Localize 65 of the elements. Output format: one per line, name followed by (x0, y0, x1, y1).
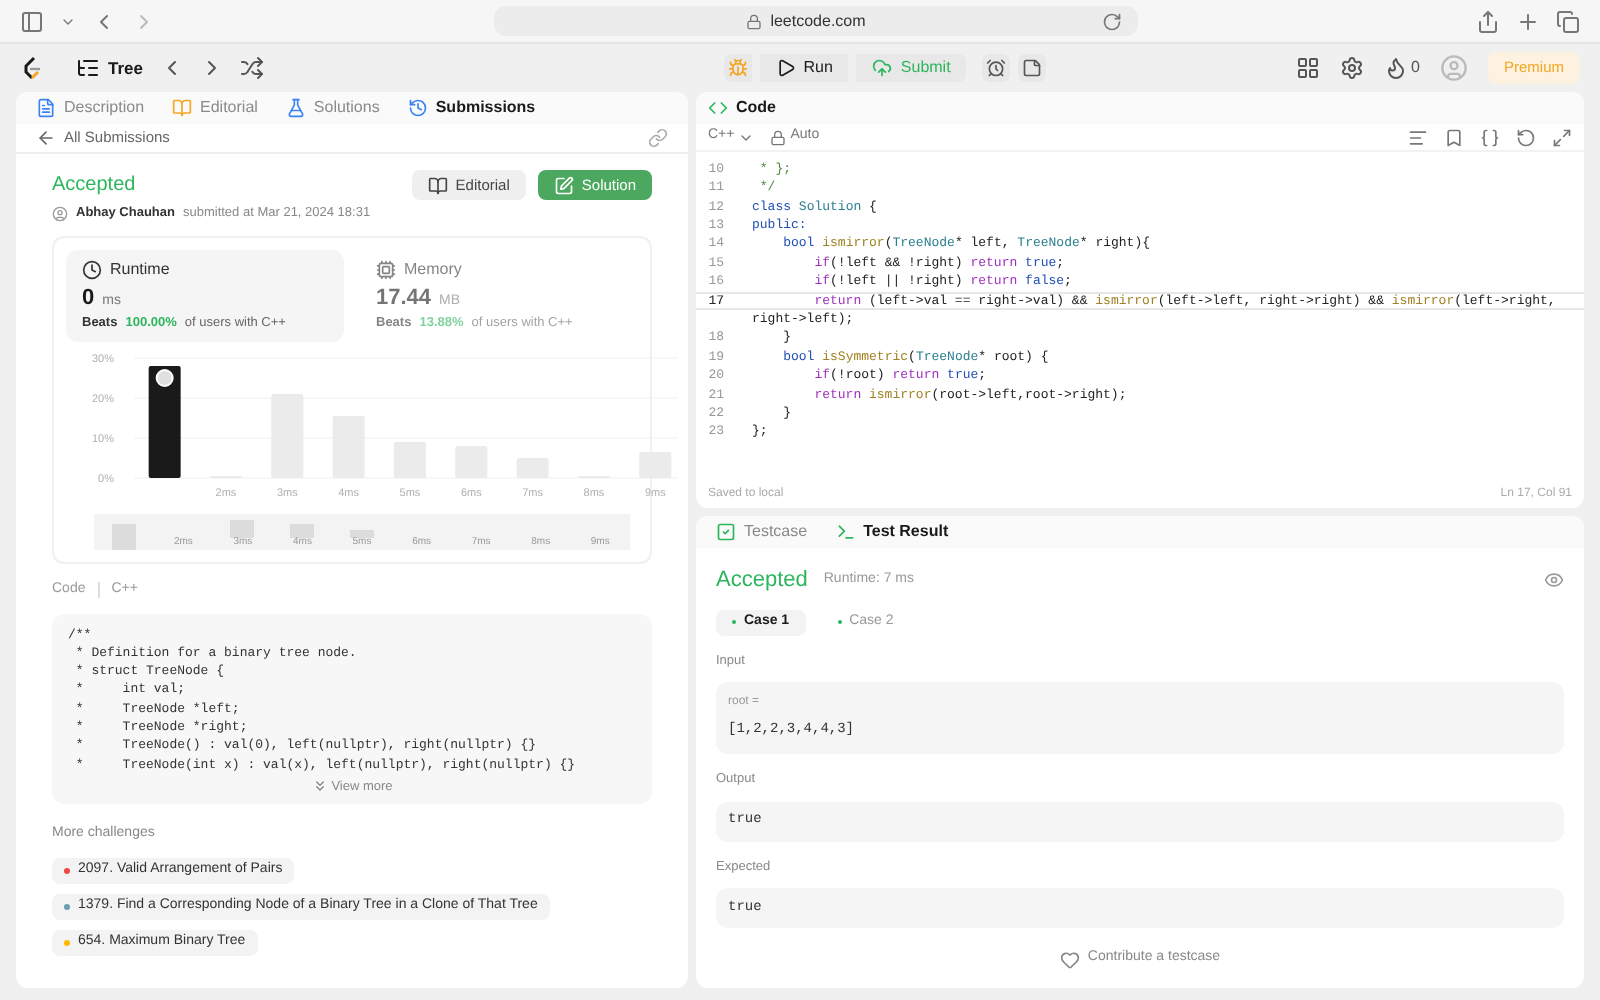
braces-icon (1480, 127, 1500, 147)
url-text: leetcode.com (770, 9, 866, 33)
reload-icon (1102, 11, 1122, 31)
streak-count: 0 (1411, 56, 1420, 80)
timer-button[interactable] (982, 54, 1011, 82)
avatar-icon (1439, 54, 1468, 82)
panel-tab[interactable]: Test Result (823, 516, 961, 548)
alarm-clock-icon (986, 58, 1007, 78)
expand-icon (1552, 127, 1572, 147)
chevrons-down-icon (311, 778, 328, 795)
run-button[interactable]: Run (759, 54, 849, 82)
notes-button[interactable] (1018, 54, 1047, 82)
reset-icon (1516, 127, 1536, 147)
flask-icon (285, 98, 306, 118)
chip-icon (376, 259, 396, 280)
logo-icon (20, 56, 44, 80)
settings-icon (1339, 56, 1364, 80)
tabs-icon (1556, 9, 1580, 33)
status-text: Accepted (52, 172, 138, 200)
clock-icon (82, 259, 102, 280)
panel-tab[interactable]: Solutions (273, 92, 392, 124)
bug-icon (727, 58, 748, 78)
avatar-icon (155, 369, 174, 387)
panel-tab[interactable]: Testcase (704, 516, 820, 548)
share-icon (1476, 9, 1500, 33)
panel-tab[interactable]: Editorial (160, 92, 270, 124)
panel-title: Code (736, 96, 776, 120)
lock-icon (746, 13, 763, 29)
bookmark-icon (1444, 127, 1464, 147)
panel-tab[interactable]: Submissions (395, 92, 548, 124)
format-icon (1408, 127, 1428, 147)
book-icon (172, 98, 193, 118)
terminal-icon (835, 522, 856, 542)
debug-button[interactable] (723, 54, 752, 82)
cloud-upload-icon (872, 58, 893, 78)
edit-icon (553, 175, 574, 195)
play-icon (775, 58, 796, 78)
document-icon (36, 98, 56, 118)
stat-label: Runtime (110, 257, 170, 282)
history-icon (407, 98, 428, 118)
grid-icon (1295, 56, 1320, 80)
stat-label: Memory (404, 257, 462, 282)
code-icon (708, 98, 728, 118)
flame-icon (1383, 56, 1408, 80)
arrow-left-icon (36, 128, 56, 148)
address-bar[interactable]: leetcode.com (494, 6, 1138, 36)
checkbox-icon (716, 522, 736, 542)
link-icon (648, 128, 668, 148)
eye-icon (1544, 570, 1564, 591)
lock-icon (770, 129, 787, 145)
list-icon (76, 56, 100, 80)
shuffle-icon (239, 56, 263, 80)
mini-bar (111, 524, 136, 550)
user-icon (52, 205, 68, 222)
heart-icon (1059, 949, 1080, 969)
note-icon (1022, 58, 1043, 78)
panel-tab[interactable]: Description (24, 92, 157, 124)
stat-value: 0 (82, 283, 95, 314)
book-icon (427, 175, 448, 195)
problem-list-button[interactable]: Tree (76, 55, 143, 81)
stat-value: 17.44 (376, 283, 432, 314)
sidebar-icon (20, 9, 44, 33)
highlighted-bar[interactable] (148, 366, 181, 478)
new-tab-icon (1516, 9, 1540, 33)
status-text: Accepted (716, 566, 808, 596)
